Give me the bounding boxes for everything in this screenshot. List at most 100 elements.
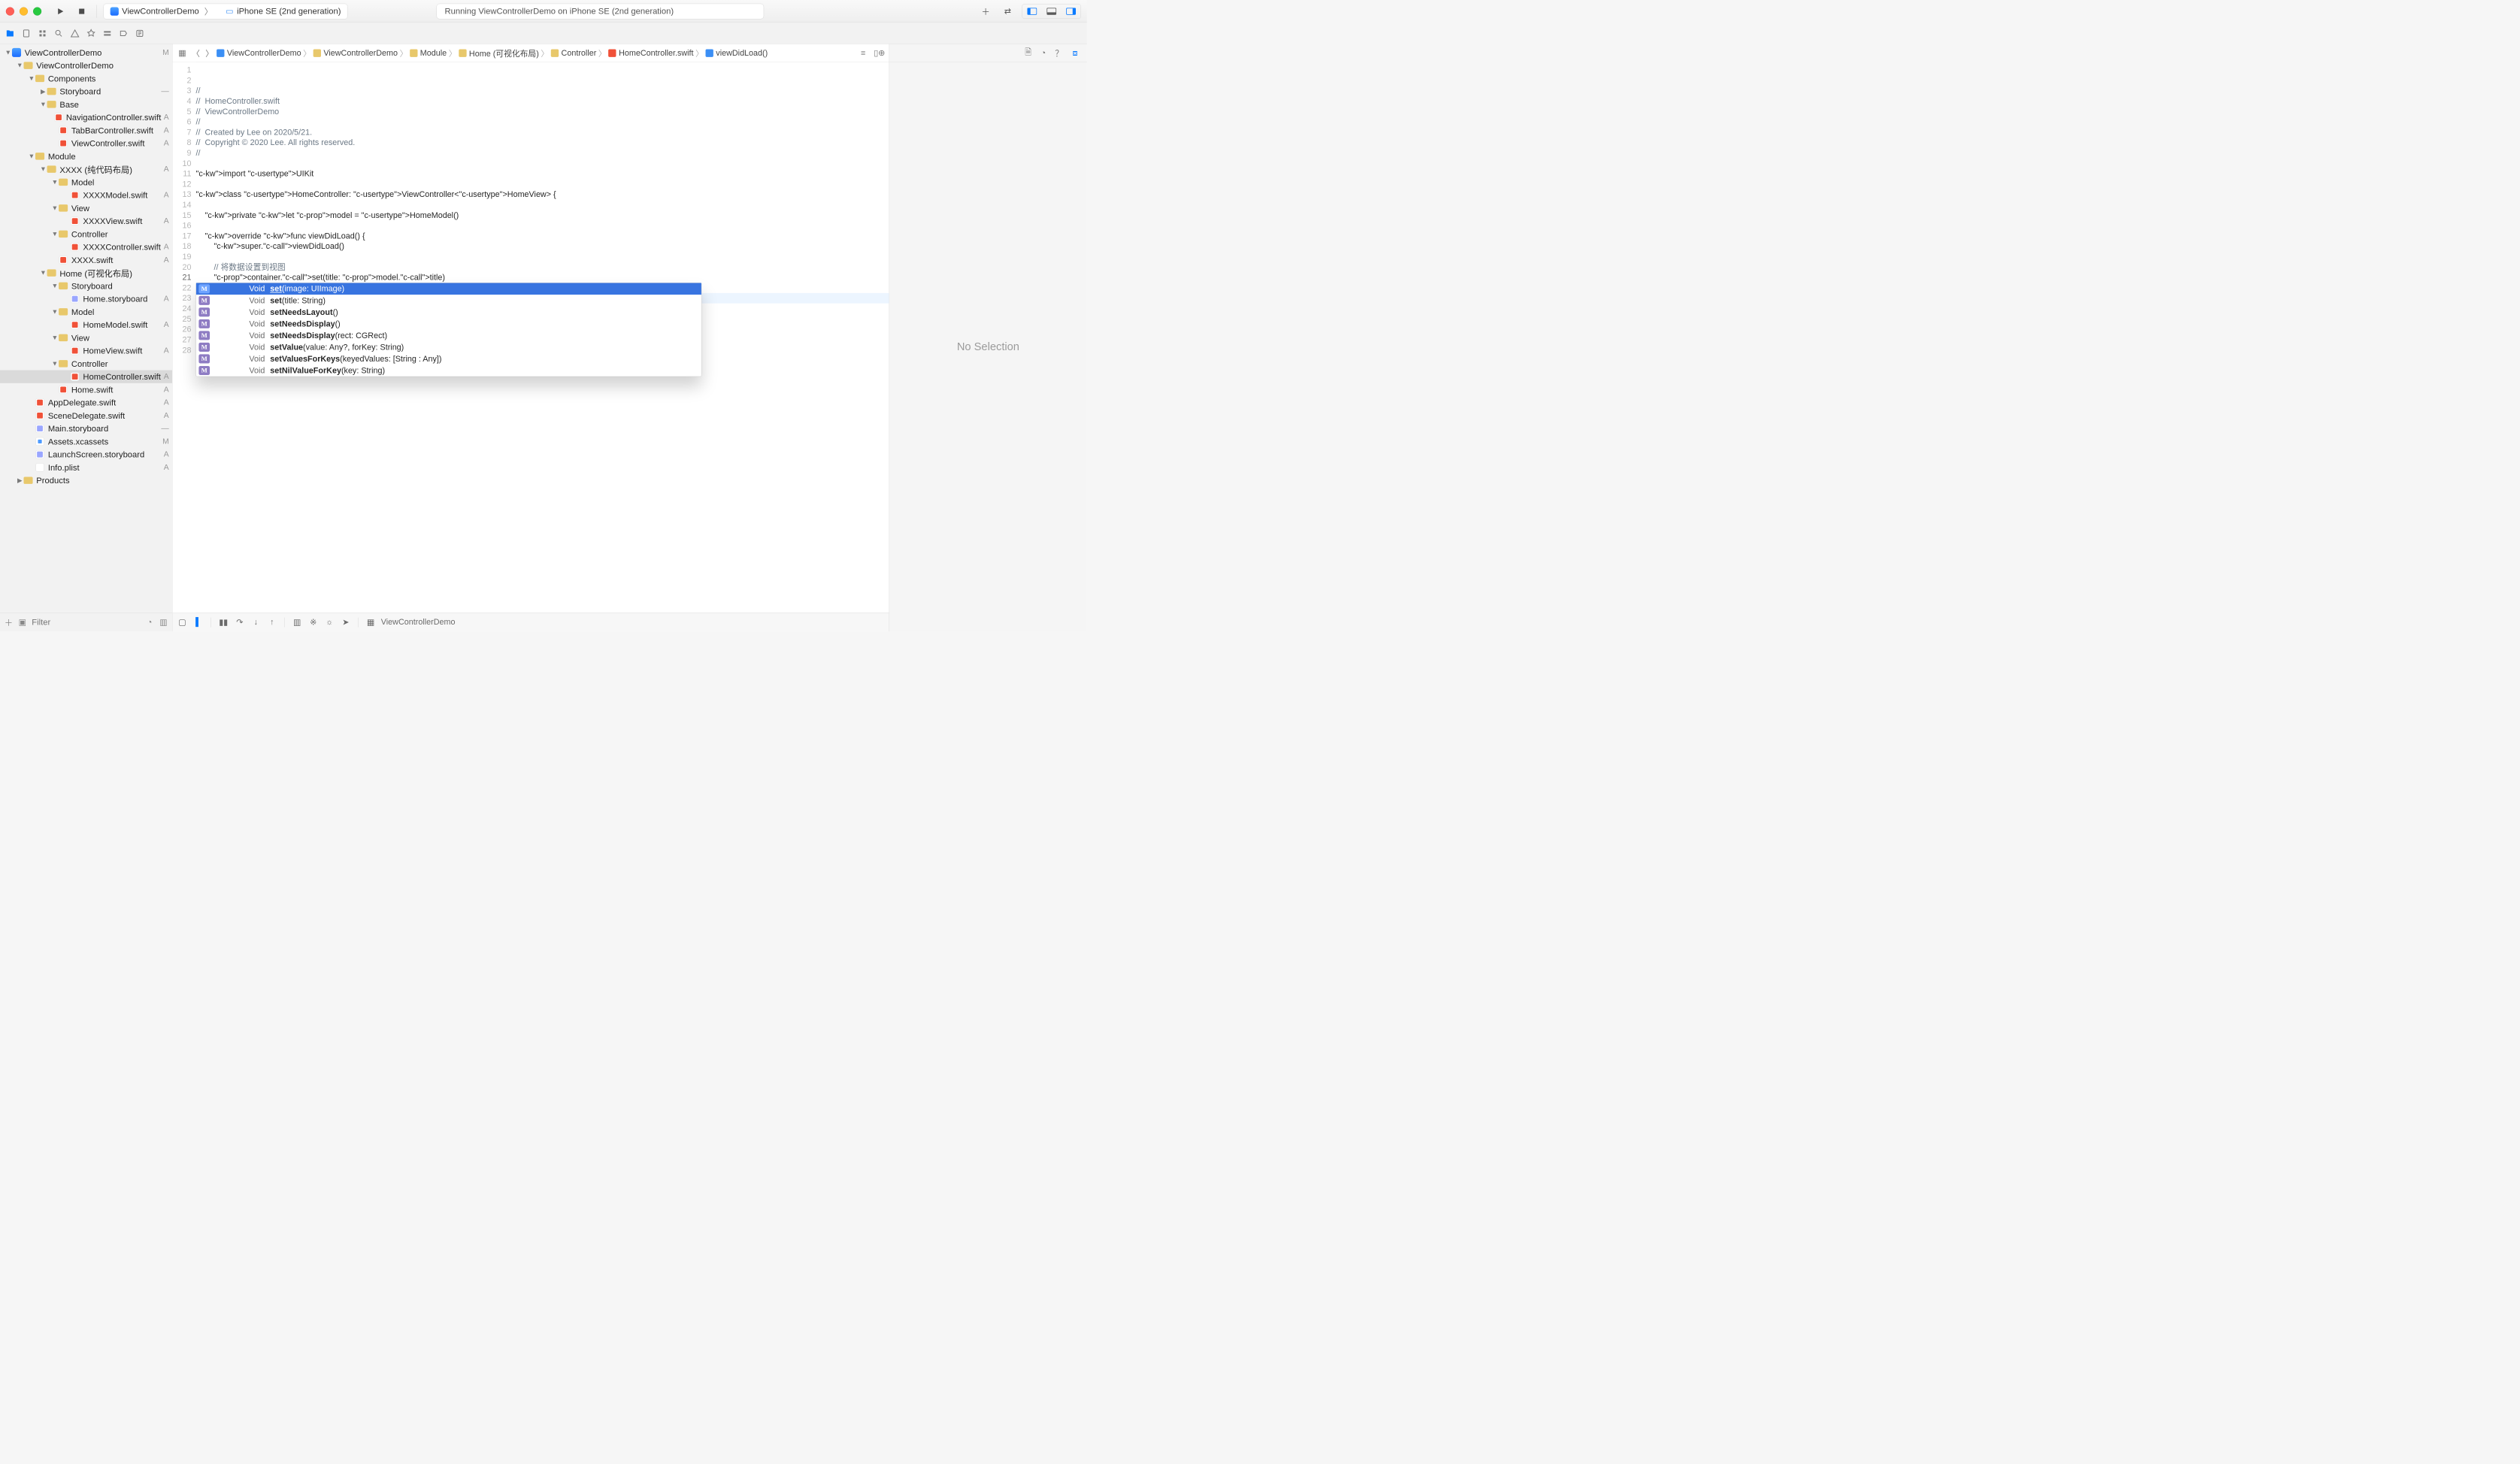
tree-node[interactable]: Main.storyboard— — [0, 422, 172, 435]
code-line[interactable]: // — [196, 116, 889, 127]
autocomplete-item[interactable]: MVoidset(title: String) — [196, 295, 701, 307]
disclosure-triangle-icon[interactable]: ▼ — [51, 178, 58, 186]
breadcrumb-item[interactable]: Home (可视化布局) — [459, 47, 539, 59]
toggle-navigator-button[interactable] — [1022, 4, 1042, 18]
add-file-button[interactable]: ＋ — [4, 617, 14, 628]
project-navigator-tab[interactable] — [2, 26, 17, 41]
autocomplete-item[interactable]: MVoidsetNeedsLayout() — [196, 307, 701, 319]
debug-memory-graph-button[interactable]: ※ — [307, 616, 320, 628]
source-control-navigator-tab[interactable] — [19, 26, 34, 41]
stop-button[interactable] — [73, 4, 89, 18]
code-review-button[interactable]: ⇄ — [1000, 4, 1016, 20]
tree-node[interactable]: ▼Model — [0, 305, 172, 318]
disclosure-triangle-icon[interactable]: ▶ — [40, 87, 47, 95]
file-tree[interactable]: ▼ViewControllerDemoM▼ViewControllerDemo▼… — [0, 44, 172, 613]
disclosure-triangle-icon[interactable]: ▼ — [40, 269, 47, 277]
breadcrumb-item[interactable]: Controller — [551, 48, 597, 58]
autocomplete-item[interactable]: MVoidsetNeedsDisplay(rect: CGRect) — [196, 330, 701, 342]
tree-node[interactable]: ▼View — [0, 201, 172, 214]
tree-node[interactable]: ▼View — [0, 331, 172, 344]
step-over-button[interactable]: ↷ — [234, 616, 246, 628]
run-button[interactable] — [52, 4, 68, 18]
breakpoints-toggle-button[interactable]: ▌ — [192, 616, 204, 628]
panel-visibility-segment[interactable] — [1022, 4, 1080, 19]
disclosure-triangle-icon[interactable]: ▼ — [51, 204, 58, 212]
tree-node[interactable]: Home.swiftA — [0, 383, 172, 396]
zoom-window-button[interactable] — [33, 7, 41, 15]
code-line[interactable] — [196, 220, 889, 231]
breadcrumb-item[interactable]: HomeController.swift — [608, 48, 693, 58]
tree-node[interactable]: XXXXModel.swiftA — [0, 189, 172, 201]
quick-help-inspector-tab[interactable]: ？ — [1055, 47, 1063, 59]
code-line[interactable] — [196, 158, 889, 168]
tree-node[interactable]: ▶Products — [0, 474, 172, 487]
disclosure-triangle-icon[interactable]: ▼ — [40, 165, 47, 173]
scheme-destination[interactable]: ▭ iPhone SE (2nd generation) — [220, 4, 348, 19]
disclosure-triangle-icon[interactable]: ▼ — [51, 360, 58, 368]
toggle-debug-area-button[interactable]: ▢ — [177, 616, 189, 628]
autocomplete-item[interactable]: MVoidsetValuesForKeys(keyedValues: [Stri… — [196, 353, 701, 365]
scheme-target[interactable]: ViewControllerDemo 〉 — [104, 4, 220, 19]
tree-node[interactable]: HomeModel.swiftA — [0, 319, 172, 331]
related-items-button[interactable]: ▦ — [176, 47, 189, 59]
simulate-location-button[interactable]: ➤ — [340, 616, 352, 628]
code-line[interactable]: "c-kw">override "c-kw">func viewDidLoad(… — [196, 231, 889, 241]
find-navigator-tab[interactable] — [51, 26, 66, 41]
tree-node[interactable]: ▼Model — [0, 176, 172, 189]
tree-node[interactable]: Info.plistA — [0, 461, 172, 473]
breadcrumb-item[interactable]: Module — [410, 48, 447, 58]
tree-node[interactable]: XXXXView.swiftA — [0, 215, 172, 228]
issue-navigator-tab[interactable] — [68, 26, 83, 41]
scheme-selector[interactable]: ViewControllerDemo 〉 ▭ iPhone SE (2nd ge… — [104, 4, 348, 20]
disclosure-triangle-icon[interactable]: ▼ — [51, 230, 58, 237]
source-editor[interactable]: // // HomeController.swift// ViewControll… — [196, 62, 889, 613]
code-line[interactable]: // ViewControllerDemo — [196, 106, 889, 116]
navigator-filter-input[interactable] — [32, 617, 140, 627]
disclosure-triangle-icon[interactable]: ▼ — [28, 153, 35, 160]
disclosure-triangle-icon[interactable]: ▼ — [28, 74, 35, 82]
code-line[interactable]: // HomeController.swift — [196, 96, 889, 107]
tree-node[interactable]: ▼Controller — [0, 228, 172, 240]
tree-node[interactable]: ▼Storyboard — [0, 280, 172, 292]
library-add-button[interactable]: ＋ — [978, 4, 994, 20]
code-line[interactable]: // 将数据设置到视图 — [196, 262, 889, 272]
breakpoint-navigator-tab[interactable] — [116, 26, 131, 41]
symbol-navigator-tab[interactable] — [35, 26, 50, 41]
tree-node[interactable]: HomeView.swiftA — [0, 344, 172, 357]
recent-filter-button[interactable]: ◔ — [145, 617, 155, 628]
step-into-button[interactable]: ↓ — [250, 616, 262, 628]
tree-node[interactable]: ▼XXXX (纯代码布局)A — [0, 163, 172, 176]
debug-process-label[interactable]: ViewControllerDemo — [381, 618, 456, 628]
code-line[interactable]: "c-prop">container."c-call">set(title: "… — [196, 272, 889, 283]
identity-inspector-tab[interactable]: ⧈ — [1073, 48, 1078, 59]
autocomplete-item[interactable]: MVoidset(image: UIImage) — [196, 283, 701, 295]
pause-continue-button[interactable]: ▮▮ — [217, 616, 229, 628]
tree-node[interactable]: ▼Module — [0, 150, 172, 162]
tree-node[interactable]: HomeController.swiftA — [0, 371, 172, 383]
step-out-button[interactable]: ↑ — [266, 616, 278, 628]
code-line[interactable]: "c-kw">private "c-kw">let "c-prop">model… — [196, 210, 889, 220]
disclosure-triangle-icon[interactable]: ▼ — [51, 282, 58, 289]
code-line[interactable]: "c-kw">class "c-usertype">HomeController… — [196, 189, 889, 200]
line-number-gutter[interactable]: 1234567891011121314151617181920212223242… — [172, 62, 195, 613]
filter-scope-button[interactable]: ▣ — [18, 617, 28, 628]
tree-node[interactable]: ▼ViewControllerDemoM — [0, 46, 172, 59]
tree-node[interactable]: ▼Components — [0, 72, 172, 85]
toggle-debug-area-button[interactable] — [1042, 4, 1062, 18]
tree-node[interactable]: NavigationController.swiftA — [0, 111, 172, 124]
tree-node[interactable]: Assets.xcassetsM — [0, 435, 172, 448]
debug-navigator-tab[interactable] — [100, 26, 115, 41]
code-line[interactable]: "c-kw">super."c-call">viewDidLoad() — [196, 241, 889, 252]
tree-node[interactable]: XXXXController.swiftA — [0, 240, 172, 253]
code-line[interactable] — [196, 252, 889, 262]
autocomplete-item[interactable]: MVoidsetValue(value: Any?, forKey: Strin… — [196, 341, 701, 353]
tree-node[interactable]: ▼Base — [0, 98, 172, 110]
tree-node[interactable]: Home.storyboardA — [0, 292, 172, 305]
editor-options-button[interactable]: ≡ — [856, 47, 869, 59]
report-navigator-tab[interactable] — [132, 26, 147, 41]
tree-node[interactable]: XXXX.swiftA — [0, 253, 172, 266]
debug-view-hierarchy-button[interactable]: ▥ — [291, 616, 303, 628]
tree-node[interactable]: TabBarController.swiftA — [0, 124, 172, 137]
environment-overrides-button[interactable]: ☼ — [323, 616, 335, 628]
file-inspector-tab[interactable]: 🗎 — [1025, 46, 1031, 60]
